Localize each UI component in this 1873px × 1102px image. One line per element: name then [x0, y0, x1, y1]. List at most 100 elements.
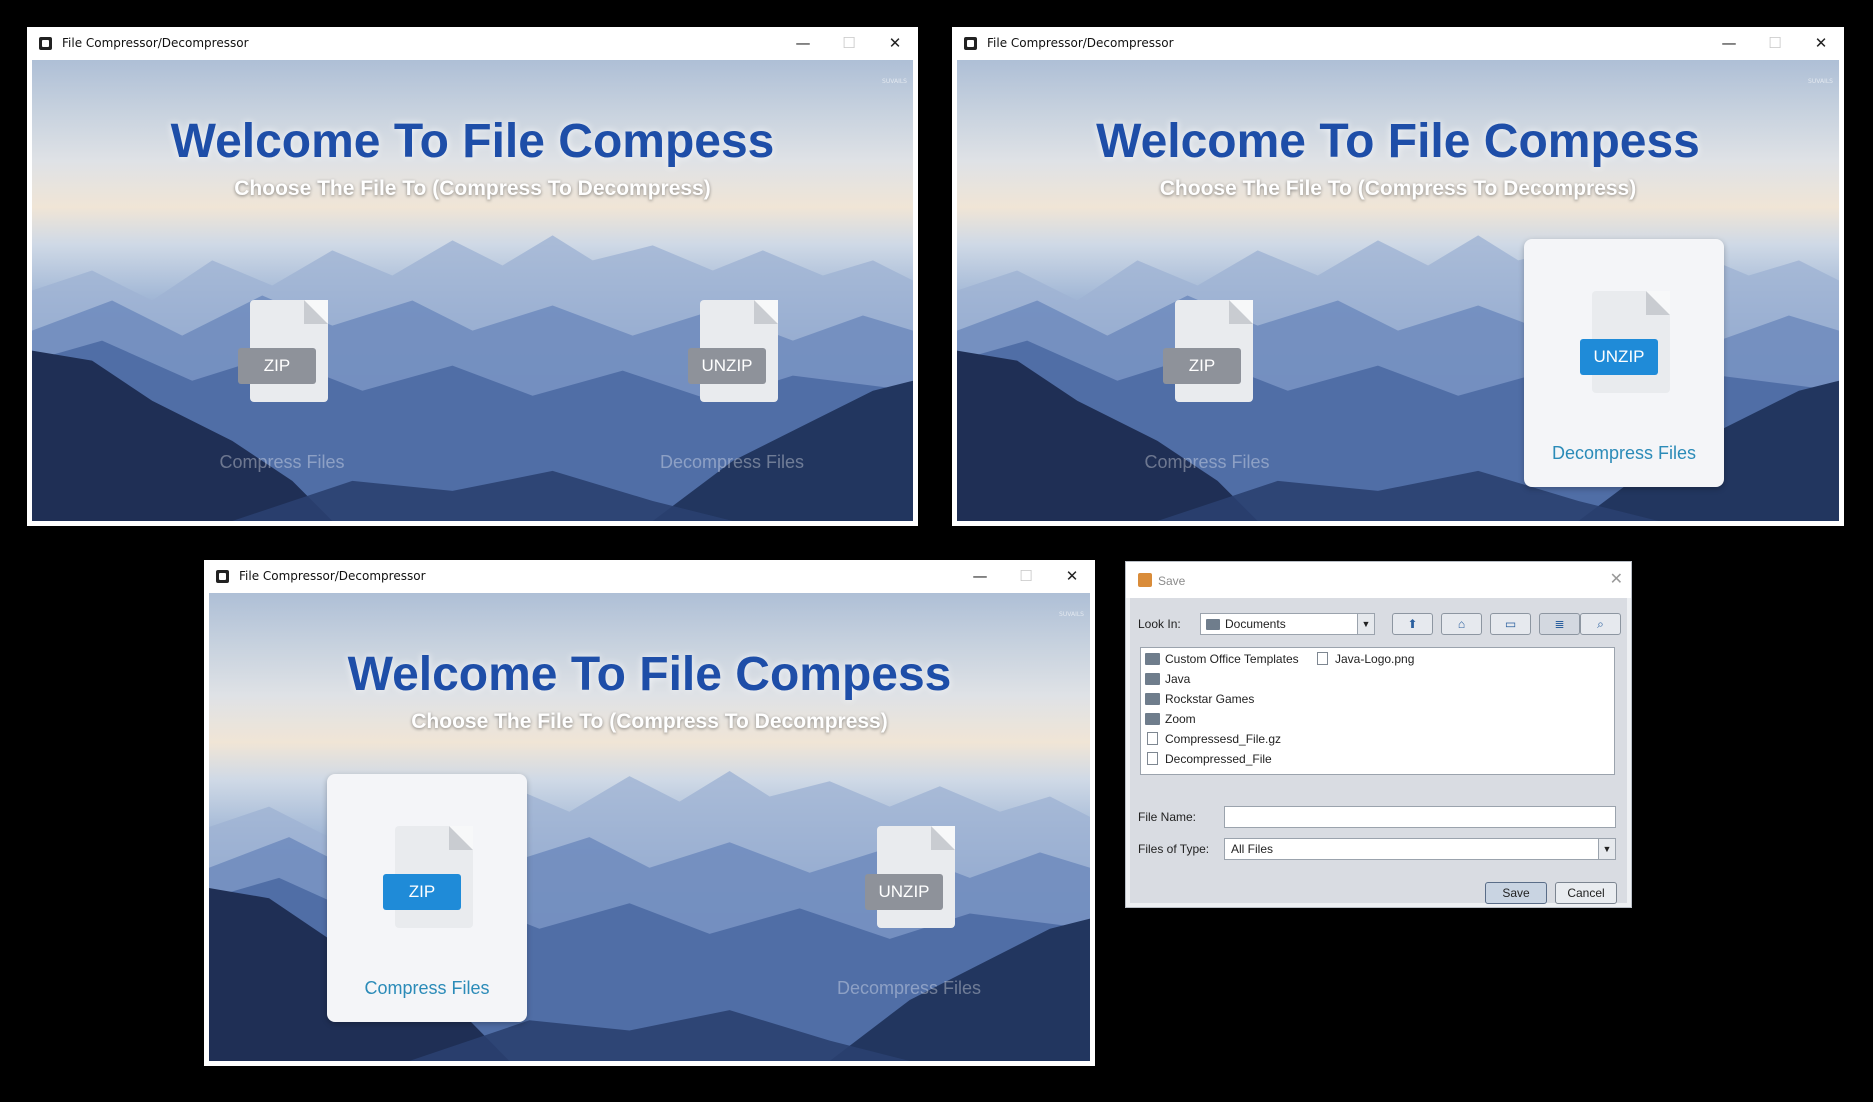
- look-in-value: Documents: [1225, 617, 1286, 631]
- watermark: SUVAILS: [1059, 611, 1084, 618]
- file-name-field[interactable]: [1224, 806, 1616, 828]
- background-panel: SUVAILS Welcome To File Compess Choose T…: [209, 593, 1090, 1061]
- unzip-label: UNZIP: [688, 348, 766, 384]
- new-folder-icon: ▭: [1504, 617, 1517, 631]
- files-of-type-label: Files of Type:: [1138, 842, 1210, 856]
- file-icon: [1147, 752, 1158, 765]
- window-title: File Compressor/Decompressor: [62, 36, 249, 50]
- watermark: SUVAILS: [882, 78, 907, 85]
- zip-label: ZIP: [1163, 348, 1241, 384]
- folder-icon: [1145, 653, 1160, 665]
- maximize-button[interactable]: ☐: [1003, 560, 1049, 593]
- file-list[interactable]: Custom Office Templates Java Rockstar Ga…: [1140, 647, 1615, 775]
- subheading: Choose The File To (Compress To Decompre…: [411, 710, 888, 733]
- list-view-icon: ≣: [1554, 617, 1565, 631]
- list-item[interactable]: Rockstar Games: [1143, 690, 1254, 708]
- welcome-heading: Welcome To File Compess: [347, 648, 952, 701]
- up-folder-button[interactable]: ⬆: [1392, 613, 1433, 635]
- save-dialog: Save ✕ Look In: Documents ▼ ⬆ ⌂ ▭ ≣ ⌕ Cu…: [1125, 561, 1632, 908]
- file-name: Zoom: [1165, 712, 1196, 726]
- look-in-label: Look In:: [1138, 617, 1181, 631]
- zip-label: ZIP: [383, 874, 461, 910]
- list-item[interactable]: Decompressed_File: [1143, 750, 1272, 768]
- file-name: Java-Logo.png: [1335, 652, 1415, 666]
- list-item[interactable]: Custom Office Templates: [1143, 650, 1299, 668]
- subheading: Choose The File To (Compress To Decompre…: [1159, 177, 1637, 200]
- zip-label: ZIP: [238, 348, 316, 384]
- app-icon: [39, 37, 52, 50]
- unzip-label: UNZIP: [1580, 339, 1658, 375]
- file-name-label: File Name:: [1138, 810, 1197, 824]
- title-bar[interactable]: File Compressor/Decompressor — ☐ ✕: [27, 27, 918, 60]
- dialog-title-bar[interactable]: Save ✕: [1126, 562, 1631, 598]
- close-button[interactable]: ✕: [1049, 560, 1095, 593]
- folder-icon: [1145, 713, 1160, 725]
- watermark: SUVAILS: [1808, 78, 1833, 85]
- files-of-type-value: All Files: [1231, 842, 1274, 856]
- dialog-body: Look In: Documents ▼ ⬆ ⌂ ▭ ≣ ⌕ Custom Of…: [1130, 598, 1627, 904]
- home-button[interactable]: ⌂: [1441, 613, 1482, 635]
- title-bar[interactable]: File Compressor/Decompressor — ☐ ✕: [204, 560, 1095, 593]
- compress-card[interactable]: ZIP Compress Files: [327, 774, 527, 1022]
- dialog-title: Save: [1158, 574, 1186, 588]
- background-panel: SUVAILS Welcome To File Compess Choose T…: [32, 60, 913, 521]
- close-button[interactable]: ✕: [1798, 27, 1844, 60]
- decompress-caption: Decompress Files: [659, 452, 805, 472]
- file-name: Custom Office Templates: [1165, 652, 1299, 666]
- app-icon: [964, 37, 977, 50]
- close-button[interactable]: ✕: [872, 27, 918, 60]
- compress-caption: Compress Files: [364, 978, 490, 998]
- folder-icon: [1145, 693, 1160, 705]
- list-item[interactable]: Compressesd_File.gz: [1143, 730, 1281, 748]
- minimize-button[interactable]: —: [957, 560, 1003, 593]
- welcome-heading: Welcome To File Compess: [1096, 115, 1700, 168]
- chevron-down-icon[interactable]: ▼: [1598, 839, 1615, 859]
- app-window-3: File Compressor/Decompressor — ☐ ✕ SUVAI…: [204, 560, 1095, 1066]
- minimize-button[interactable]: —: [1706, 27, 1752, 60]
- maximize-button[interactable]: ☐: [826, 27, 872, 60]
- compress-card[interactable]: ZIP Compress Files: [1107, 248, 1307, 496]
- background-panel: SUVAILS Welcome To File Compess Choose T…: [957, 60, 1839, 521]
- decompress-card[interactable]: UNZIP Decompress Files: [632, 248, 832, 496]
- title-bar[interactable]: File Compressor/Decompressor — ☐ ✕: [952, 27, 1844, 60]
- list-item[interactable]: Zoom: [1143, 710, 1196, 728]
- file-name: Rockstar Games: [1165, 692, 1255, 706]
- list-item[interactable]: Java: [1143, 670, 1190, 688]
- home-icon: ⌂: [1457, 617, 1466, 631]
- folder-icon: [1206, 619, 1220, 630]
- java-icon: [1138, 573, 1152, 587]
- maximize-button[interactable]: ☐: [1752, 27, 1798, 60]
- app-window-2: File Compressor/Decompressor — ☐ ✕ SUVAI…: [952, 27, 1844, 526]
- list-view-button[interactable]: ≣: [1539, 613, 1580, 635]
- details-view-icon: ⌕: [1597, 617, 1604, 631]
- file-name: Decompressed_File: [1165, 752, 1272, 766]
- file-icon: [1147, 732, 1158, 745]
- look-in-combo[interactable]: Documents ▼: [1200, 613, 1375, 635]
- unzip-label: UNZIP: [865, 874, 943, 910]
- app-icon: [216, 570, 229, 583]
- subheading: Choose The File To (Compress To Decompre…: [234, 177, 711, 200]
- dialog-close-button[interactable]: ✕: [1610, 569, 1623, 589]
- compress-caption: Compress Files: [1144, 452, 1270, 472]
- window-title: File Compressor/Decompressor: [239, 569, 426, 583]
- new-folder-button[interactable]: ▭: [1490, 613, 1531, 635]
- chevron-down-icon[interactable]: ▼: [1357, 614, 1374, 634]
- decompress-caption: Decompress Files: [1551, 443, 1697, 463]
- save-button[interactable]: Save: [1485, 882, 1547, 904]
- welcome-heading: Welcome To File Compess: [170, 115, 775, 168]
- details-view-button[interactable]: ⌕: [1580, 613, 1621, 635]
- compress-caption: Compress Files: [219, 452, 345, 472]
- decompress-caption: Decompress Files: [836, 978, 982, 998]
- up-folder-icon: ⬆: [1407, 617, 1418, 631]
- decompress-card[interactable]: UNZIP Decompress Files: [809, 774, 1009, 1022]
- file-name: Java: [1165, 672, 1191, 686]
- file-name: Compressesd_File.gz: [1165, 732, 1282, 746]
- decompress-card[interactable]: UNZIP Decompress Files: [1524, 239, 1724, 487]
- list-item[interactable]: Java-Logo.png: [1313, 650, 1414, 668]
- minimize-button[interactable]: —: [780, 27, 826, 60]
- files-of-type-combo[interactable]: All Files ▼: [1224, 838, 1616, 860]
- cancel-button[interactable]: Cancel: [1555, 882, 1617, 904]
- compress-card[interactable]: ZIP Compress Files: [182, 248, 382, 496]
- window-title: File Compressor/Decompressor: [987, 36, 1174, 50]
- app-window-1: File Compressor/Decompressor — ☐ ✕ SUVAI…: [27, 27, 918, 526]
